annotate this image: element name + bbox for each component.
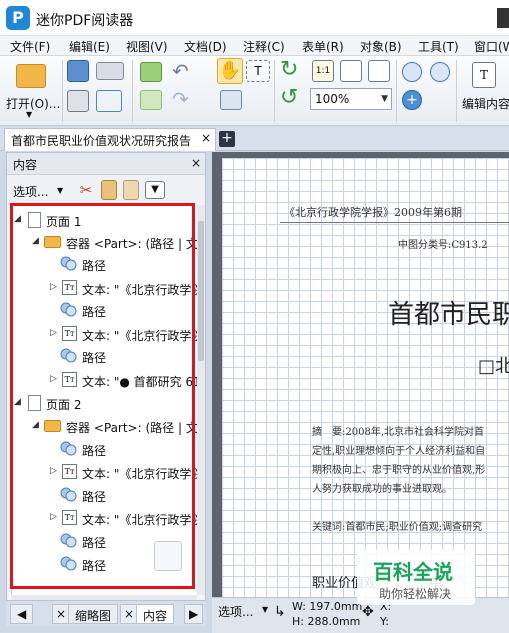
abstract-line: 期积极向上、忠于职守的从业价值观,形 bbox=[312, 465, 486, 476]
author-line: □北 bbox=[478, 356, 509, 377]
chevron-down-icon: ▼ bbox=[381, 94, 388, 104]
zoom-in-icon[interactable] bbox=[402, 62, 422, 82]
open-button[interactable]: 打开(O)... ▼ bbox=[4, 60, 61, 120]
tab-content[interactable]: 内容 bbox=[136, 604, 175, 624]
menu-object[interactable]: 对象(B) bbox=[360, 38, 402, 55]
actual-size-icon[interactable]: 1:1 bbox=[312, 60, 334, 82]
chevron-down-icon: ▼ bbox=[57, 186, 64, 195]
menu-bar: 文件(F) 编辑(E) 视图(V) 文档(D) 注释(C) 表单(R) 对象(B… bbox=[0, 36, 509, 56]
export-page-icon[interactable] bbox=[140, 90, 162, 110]
title-bar: P 迷你PDF阅读器 bbox=[0, 0, 509, 36]
hand-tool-icon[interactable]: ✋ bbox=[217, 58, 243, 84]
panel-title: 内容 bbox=[13, 158, 38, 172]
zoom-value: 100% bbox=[315, 92, 350, 106]
page-height: H: 288.0mm bbox=[292, 615, 361, 628]
zoom-select[interactable]: 100% ▼ bbox=[310, 88, 392, 110]
edit-content-button[interactable]: T 编辑内容 bbox=[460, 60, 509, 120]
cursor-position-icon: ✥ bbox=[362, 604, 374, 620]
scanner-icon[interactable] bbox=[96, 62, 124, 80]
status-options-dropdown[interactable]: 选项... bbox=[218, 603, 253, 620]
options-dropdown[interactable]: 选项... bbox=[13, 183, 48, 200]
print-icon[interactable] bbox=[67, 90, 89, 112]
app-title: 迷你PDF阅读器 bbox=[36, 13, 134, 29]
panel-toolbar: 选项... ▼ ✂ ▼ bbox=[7, 176, 205, 204]
edit-content-label: 编辑内容 bbox=[462, 97, 509, 111]
select-text-icon[interactable]: T bbox=[246, 60, 270, 82]
dimension-icon: ↳ bbox=[274, 604, 286, 620]
menu-form[interactable]: 表单(R) bbox=[302, 38, 344, 55]
fit-width-icon[interactable] bbox=[368, 60, 390, 82]
abstract-line: 摘 要:2008年,北京市社会科学院对首 bbox=[312, 427, 484, 438]
email-icon[interactable] bbox=[96, 90, 122, 112]
menu-edit[interactable]: 编辑(E) bbox=[69, 38, 110, 55]
toolbar-separator bbox=[456, 60, 457, 122]
zoom-plus-icon[interactable]: + bbox=[402, 90, 422, 110]
document-tab-title: 首都市民职业价值观状况研究报告 bbox=[11, 134, 192, 148]
scroll-left-button[interactable]: ◀ bbox=[10, 604, 34, 624]
paste-icon[interactable] bbox=[123, 180, 139, 200]
toolbar-separator bbox=[132, 60, 133, 122]
scroll-right-button[interactable]: ▶ bbox=[184, 604, 204, 624]
edit-content-icon: T bbox=[472, 62, 496, 88]
window-control-button[interactable] bbox=[497, 8, 509, 28]
close-icon[interactable]: × bbox=[191, 156, 201, 170]
app-logo-icon: P bbox=[6, 6, 30, 30]
abstract-line: 定性,职业理想倾向于个人经济利益和自 bbox=[312, 446, 486, 457]
abstract-line: 人努力获取成功的事业进取观。 bbox=[312, 484, 452, 495]
keywords-line: 关键词:首都市民;职业价值观;调查研究 bbox=[312, 522, 483, 533]
scrollbar-thumb[interactable] bbox=[198, 221, 204, 361]
toolbar-separator bbox=[396, 60, 397, 122]
menu-annotation[interactable]: 注释(C) bbox=[243, 38, 285, 55]
undo-icon[interactable]: ↶ bbox=[172, 61, 198, 82]
folder-icon bbox=[16, 64, 46, 88]
watermark-subtitle: 助你轻松解决 bbox=[379, 587, 452, 601]
cursor-y: Y: bbox=[380, 615, 389, 628]
watermark-title: 百科全说 bbox=[373, 560, 453, 584]
panel-bottom-tabs: ◀ × 缩略图 × 内容 ▶ bbox=[6, 600, 206, 626]
redo-icon[interactable]: ↷ bbox=[172, 89, 198, 110]
cut-icon[interactable]: ✂ bbox=[77, 181, 95, 199]
main-toolbar: 打开(O)... ▼ ↶ ↷ ✋ T ↻ ↺ 1:1 + T 编辑内容 bbox=[0, 56, 509, 126]
menu-file[interactable]: 文件(F) bbox=[10, 38, 50, 55]
document-title: 首都市民职 bbox=[388, 300, 509, 330]
menu-view[interactable]: 视图(V) bbox=[126, 38, 168, 55]
chevron-down-icon: ▼ bbox=[262, 605, 269, 614]
panel-header: 内容 × bbox=[7, 153, 205, 175]
document-tab[interactable]: 首都市民职业价值观状况研究报告 × bbox=[4, 128, 216, 151]
menu-window[interactable]: 窗口(W bbox=[474, 38, 509, 55]
import-page-icon[interactable] bbox=[140, 62, 162, 82]
rotate-counterclockwise-icon[interactable]: ↺ bbox=[280, 87, 302, 110]
open-label: 打开(O)... bbox=[6, 97, 61, 111]
toolbar-separator bbox=[62, 60, 63, 122]
watermark: 百科全说 助你轻松解决 bbox=[357, 550, 475, 605]
classification-number: 中图分类号:C913.2 bbox=[398, 240, 488, 251]
fit-page-icon[interactable] bbox=[340, 60, 362, 82]
snapshot-icon[interactable] bbox=[220, 90, 242, 110]
rotate-clockwise-icon[interactable]: ↻ bbox=[280, 59, 302, 82]
header-rule bbox=[280, 222, 509, 223]
open-dropdown-arrow: ▼ bbox=[26, 110, 33, 119]
menu-tools[interactable]: 工具(T) bbox=[418, 38, 459, 55]
document-header: 《北京行政学院学报》2009年第6期 bbox=[284, 206, 462, 219]
toolbar-separator bbox=[274, 60, 275, 122]
tab-thumbnails[interactable]: 缩略图 bbox=[68, 604, 119, 624]
add-tab-button[interactable]: + bbox=[219, 131, 235, 147]
more-options-icon[interactable]: ▼ bbox=[145, 181, 165, 199]
menu-document[interactable]: 文档(D) bbox=[184, 38, 227, 55]
document-tab-bar: 首都市民职业价值观状况研究报告 × + bbox=[0, 127, 509, 151]
highlight-box bbox=[10, 203, 195, 589]
tree-vertical-scrollbar[interactable] bbox=[197, 205, 205, 595]
close-icon[interactable]: × bbox=[201, 131, 211, 145]
page-width: W: 197.0mm bbox=[292, 600, 363, 613]
zoom-out-icon[interactable] bbox=[430, 62, 450, 82]
document-page: 《北京行政学院学报》2009年第6期 中图分类号:C913.2 首都市民职 □北… bbox=[222, 158, 509, 598]
copy-icon[interactable] bbox=[101, 180, 117, 200]
document-view[interactable]: 《北京行政学院学报》2009年第6期 中图分类号:C913.2 首都市民职 □北… bbox=[212, 152, 509, 598]
save-icon[interactable] bbox=[67, 60, 89, 82]
